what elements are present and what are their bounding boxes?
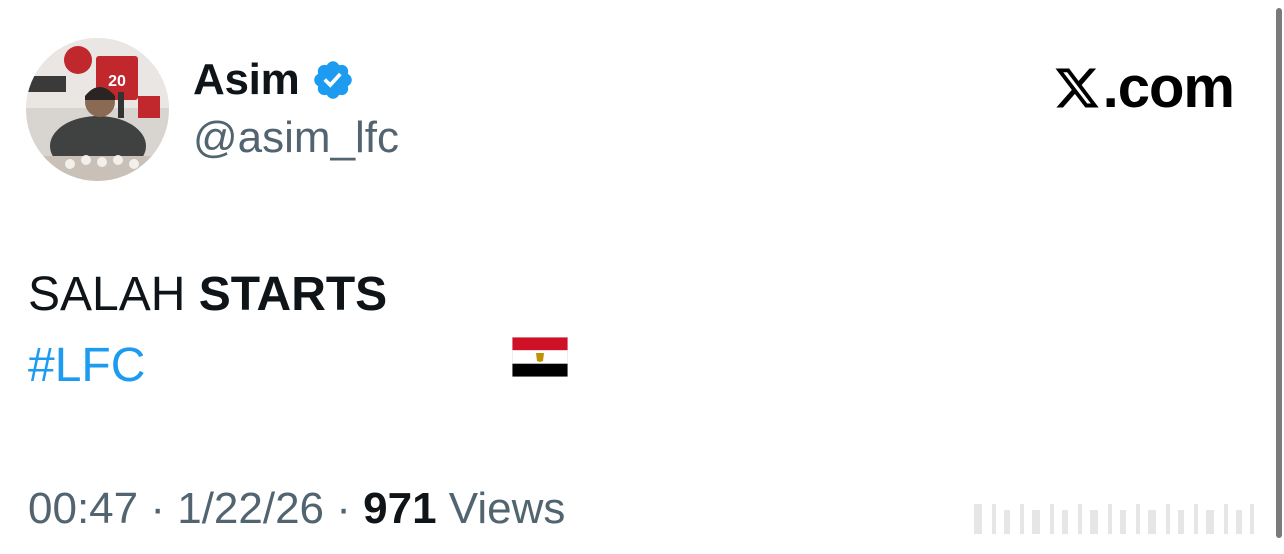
hashtag-link[interactable]: #LFC <box>28 337 145 395</box>
scrollbar-track[interactable] <box>1274 0 1284 554</box>
tweet-meta: 00:47 · 1/22/26 · 971 Views <box>28 482 565 536</box>
views-label: Views <box>436 484 566 533</box>
tweet-text-bold: STARTS <box>198 268 388 321</box>
verified-badge-icon <box>311 58 355 102</box>
tweet-date[interactable]: 1/22/26 <box>177 484 324 533</box>
tweet-card: 20 Asim @asim_lfc .com SALAH STARTS #LFC… <box>0 0 1284 554</box>
meta-separator: · <box>324 484 364 533</box>
site-domain-label: .com <box>1102 55 1235 120</box>
author-avatar[interactable]: 20 <box>26 38 169 181</box>
meta-separator: · <box>138 484 178 533</box>
tweet-body: SALAH STARTS <box>28 266 569 378</box>
author-display-name[interactable]: Asim <box>193 58 300 102</box>
scrollbar-thumb[interactable] <box>1276 8 1282 538</box>
tweet-time[interactable]: 00:47 <box>28 484 138 533</box>
watermark-stripes <box>970 498 1270 538</box>
site-logo: .com <box>1053 55 1235 120</box>
x-logo-icon <box>1055 68 1099 108</box>
svg-text:20: 20 <box>108 73 126 90</box>
author-name-row: Asim <box>193 52 355 108</box>
views-count: 971 <box>363 484 437 533</box>
tweet-text-plain: SALAH <box>28 268 199 321</box>
egypt-flag-icon <box>405 275 569 378</box>
author-handle[interactable]: @asim_lfc <box>193 113 399 162</box>
